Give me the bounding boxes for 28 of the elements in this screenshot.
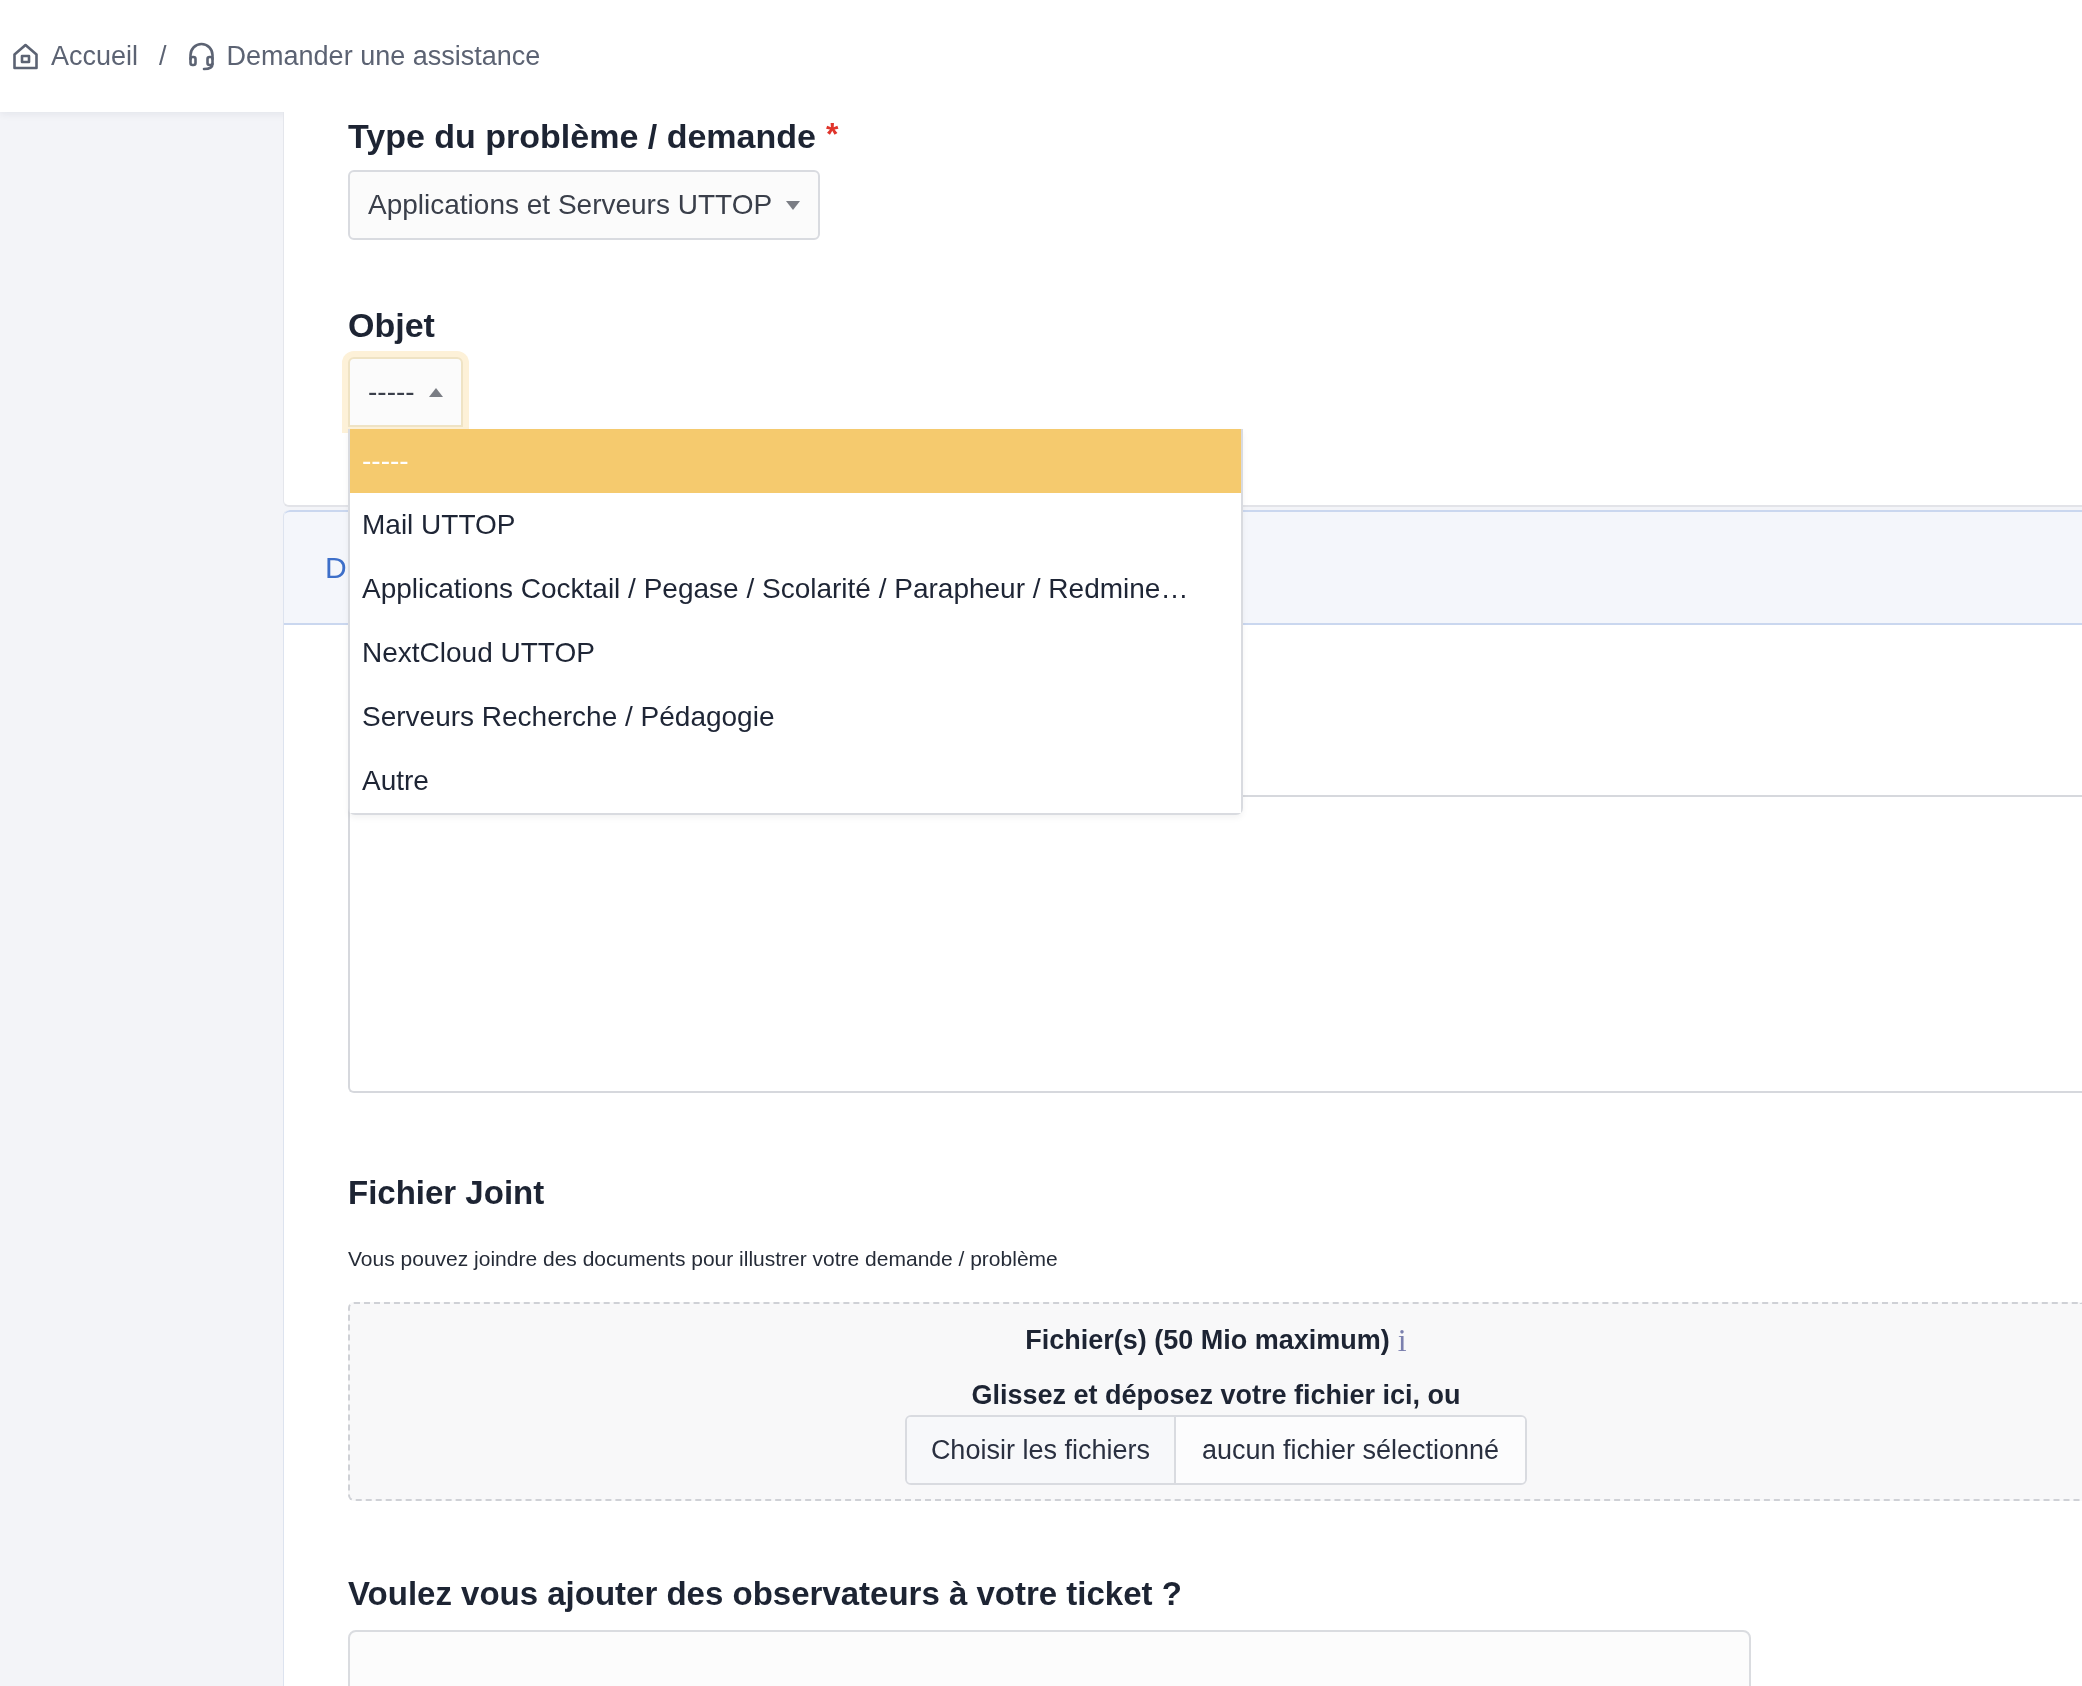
choose-files-button[interactable]: Choisir les fichiers xyxy=(906,1417,1176,1483)
file-dropzone[interactable]: Fichier(s) (50 Mio maximum) i Glissez et déposez votre fichier ici, ou Choisir les fichiers aucun fichier sélectionné xyxy=(348,1302,2082,1501)
dropdown-option[interactable]: Mail UTTOP xyxy=(350,493,1241,557)
breadcrumb-link[interactable]: Demander une assistance xyxy=(187,39,541,73)
observers-input-field[interactable] xyxy=(348,1630,1751,1686)
caret-icon xyxy=(428,387,443,397)
section-heading: Voulez vous ajouter des observateurs à votre ticket ? xyxy=(348,1574,1182,1614)
dropzone-title: Fichier(s) (50 Mio maximum) xyxy=(1025,1324,1390,1357)
breadcrumb-separator: / xyxy=(159,40,167,72)
dropzone-hint: Glissez et déposez votre fichier ici, ou xyxy=(971,1379,1461,1412)
dropdown-option[interactable]: Serveurs Recherche / Pédagogie xyxy=(350,685,1241,749)
caret-icon xyxy=(786,200,801,210)
dropdown-option[interactable]: Applications Cocktail / Pegase / Scolarité / Parapheur / Redmine… xyxy=(350,557,1241,621)
info-icon[interactable]: i xyxy=(1397,1323,1407,1357)
required-mark: * xyxy=(825,116,839,152)
dropdown-option[interactable]: NextCloud UTTOP xyxy=(350,621,1241,685)
type-select[interactable]: Applications et Serveurs UTTOP xyxy=(348,170,821,240)
section-title: D xyxy=(325,549,347,586)
breadcrumb-link[interactable]: Accueil xyxy=(12,39,139,73)
help-text: Vous pouvez joindre des documents pour illustrer votre demande / problème xyxy=(348,1246,1058,1272)
section-heading: Fichier Joint xyxy=(348,1173,545,1213)
field-label: Type du problème / demande xyxy=(348,116,816,157)
headset-icon xyxy=(187,41,215,71)
home-icon xyxy=(12,42,39,70)
dropdown-option[interactable]: Autre xyxy=(350,749,1241,813)
text-area-field[interactable] xyxy=(348,795,2082,1093)
field-label: Objet xyxy=(348,305,435,346)
file-input[interactable]: Choisir les fichiers aucun fichier sélectionné xyxy=(904,1415,1528,1485)
